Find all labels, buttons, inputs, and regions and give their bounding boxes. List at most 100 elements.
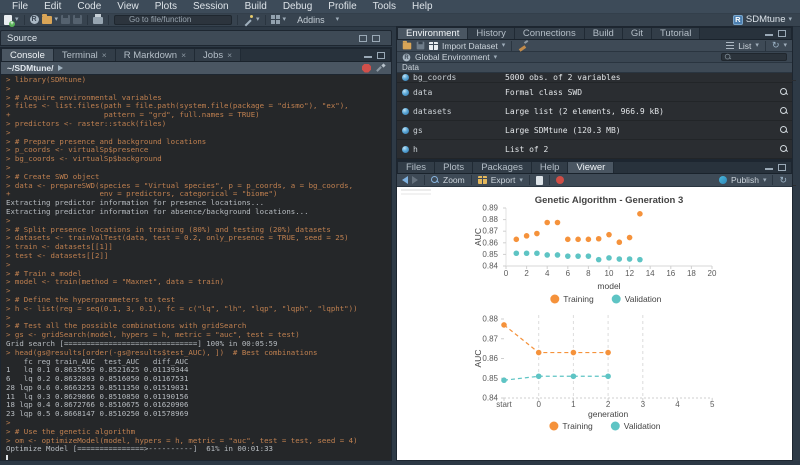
global-environment-selector[interactable]: Global Environment bbox=[415, 52, 490, 62]
close-icon[interactable]: × bbox=[102, 51, 107, 60]
menu-tools[interactable]: Tools bbox=[365, 0, 404, 14]
tab-files[interactable]: Files bbox=[398, 162, 435, 173]
menu-plots[interactable]: Plots bbox=[147, 0, 185, 14]
publish-caret-icon[interactable]: ▾ bbox=[763, 177, 767, 184]
panes-caret-icon[interactable]: ▾ bbox=[283, 16, 287, 23]
tab-history[interactable]: History bbox=[468, 28, 515, 39]
menu-debug[interactable]: Debug bbox=[275, 0, 320, 14]
env-object-gs[interactable]: gsLarge SDMtune (120.3 MB) bbox=[397, 121, 792, 140]
stop-app-icon[interactable] bbox=[556, 176, 564, 184]
tab-tutorial[interactable]: Tutorial bbox=[652, 28, 700, 39]
menu-session[interactable]: Session bbox=[185, 0, 237, 14]
list-view-button[interactable]: List bbox=[738, 41, 751, 51]
clear-console-icon[interactable] bbox=[375, 63, 385, 73]
print-button[interactable] bbox=[93, 14, 103, 25]
menu-file[interactable]: File bbox=[4, 0, 36, 14]
new-file-caret-icon[interactable]: ▾ bbox=[15, 16, 19, 23]
list-view-caret-icon[interactable]: ▾ bbox=[755, 42, 759, 49]
open-file-button[interactable] bbox=[42, 14, 52, 25]
open-file-caret-icon[interactable]: ▾ bbox=[55, 16, 59, 23]
stop-icon[interactable] bbox=[362, 64, 371, 73]
inspect-icon[interactable] bbox=[780, 88, 788, 96]
maximize-pane-icon[interactable] bbox=[377, 52, 385, 59]
goto-file-input[interactable] bbox=[114, 15, 232, 25]
minimize-pane-icon[interactable] bbox=[364, 56, 372, 58]
zoom-button[interactable]: Zoom bbox=[443, 175, 465, 185]
export-caret-icon[interactable]: ▾ bbox=[519, 177, 523, 184]
menu-edit[interactable]: Edit bbox=[36, 0, 69, 14]
wand-button[interactable] bbox=[243, 14, 253, 25]
inspect-icon[interactable] bbox=[780, 145, 788, 153]
env-object-datasets[interactable]: datasetsLarge list (2 elements, 966.9 kB… bbox=[397, 102, 792, 121]
export-button[interactable]: Export bbox=[491, 175, 516, 185]
menu-profile[interactable]: Profile bbox=[320, 0, 364, 14]
tab-plots[interactable]: Plots bbox=[435, 162, 473, 173]
env-object-action[interactable] bbox=[780, 140, 788, 158]
project-selector[interactable]: R SDMtune ▾ bbox=[733, 14, 796, 25]
env-object-action[interactable] bbox=[780, 83, 788, 101]
addins-caret-icon[interactable]: ▾ bbox=[336, 16, 340, 23]
generation-line-chart[interactable]: 0.840.850.860.870.88start012345AUCgenera… bbox=[397, 309, 792, 445]
tab-git[interactable]: Git bbox=[623, 28, 652, 39]
new-file-button[interactable]: + bbox=[4, 14, 12, 25]
refresh-caret-icon[interactable]: ▾ bbox=[783, 42, 787, 49]
import-dataset-button[interactable]: Import Dataset bbox=[442, 41, 498, 51]
tab-help[interactable]: Help bbox=[532, 162, 569, 173]
save-all-button[interactable] bbox=[73, 14, 82, 25]
menu-view[interactable]: View bbox=[109, 0, 147, 14]
toolbar-separator bbox=[237, 15, 238, 25]
env-object-bg-coords[interactable]: bg_coords5000 obs. of 2 variables bbox=[397, 73, 792, 83]
back-icon[interactable] bbox=[402, 176, 408, 184]
goto-directory-icon[interactable] bbox=[58, 65, 63, 71]
tab-build[interactable]: Build bbox=[585, 28, 623, 39]
env-object-h[interactable]: hList of 2 bbox=[397, 140, 792, 159]
maximize-pane-icon[interactable] bbox=[778, 30, 786, 37]
publish-button[interactable]: Publish bbox=[731, 175, 759, 185]
genetic-algorithm-scatter-chart[interactable]: Genetic Algorithm - Generation 30.840.85… bbox=[397, 187, 792, 309]
scope-caret-icon[interactable]: ▾ bbox=[494, 54, 498, 61]
minimize-pane-icon[interactable] bbox=[765, 34, 773, 36]
save-button[interactable] bbox=[61, 14, 70, 25]
tab-r-markdown[interactable]: R Markdown× bbox=[116, 49, 195, 61]
x-tick-label: 1 bbox=[571, 400, 576, 409]
environment-pane: EnvironmentHistoryConnectionsBuildGitTut… bbox=[396, 26, 793, 160]
env-object-data[interactable]: dataFormal class SWD bbox=[397, 83, 792, 102]
wand-caret-icon[interactable]: ▾ bbox=[256, 16, 260, 23]
tab-packages[interactable]: Packages bbox=[473, 162, 532, 173]
tab-environment[interactable]: Environment bbox=[398, 28, 468, 39]
data-point bbox=[606, 232, 612, 238]
refresh-icon[interactable]: ↻ bbox=[779, 176, 787, 185]
new-window-icon[interactable] bbox=[536, 176, 543, 185]
new-project-button[interactable]: R bbox=[30, 14, 39, 25]
menu-help[interactable]: Help bbox=[404, 0, 441, 14]
inspect-icon[interactable] bbox=[780, 107, 788, 115]
project-caret-icon: ▾ bbox=[788, 16, 792, 23]
save-workspace-button[interactable] bbox=[416, 40, 425, 51]
tab-jobs[interactable]: Jobs× bbox=[195, 49, 241, 61]
close-icon[interactable]: × bbox=[227, 51, 232, 60]
tab-console[interactable]: Console bbox=[2, 49, 54, 61]
maximize-pane-icon[interactable] bbox=[778, 164, 786, 171]
close-icon[interactable]: × bbox=[181, 51, 186, 60]
menu-code[interactable]: Code bbox=[69, 0, 109, 14]
addins-button[interactable]: Addins bbox=[289, 13, 333, 27]
env-object-action[interactable] bbox=[780, 102, 788, 120]
console-line: > bg_coords <- virtualSp$background bbox=[6, 155, 391, 164]
console-output[interactable]: > library(SDMtune)>> # Acquire environme… bbox=[1, 75, 391, 460]
restore-pane-icon[interactable] bbox=[359, 35, 367, 42]
maximize-pane-icon[interactable] bbox=[372, 35, 380, 42]
import-dataset-caret-icon[interactable]: ▾ bbox=[502, 42, 506, 49]
tab-connections[interactable]: Connections bbox=[515, 28, 585, 39]
panes-layout-button[interactable] bbox=[271, 14, 280, 25]
menu-build[interactable]: Build bbox=[237, 0, 275, 14]
environment-search-input[interactable] bbox=[734, 53, 784, 61]
tab-viewer[interactable]: Viewer bbox=[568, 162, 614, 173]
inspect-icon[interactable] bbox=[780, 126, 788, 134]
refresh-icon[interactable]: ↻ bbox=[772, 41, 780, 50]
tab-terminal[interactable]: Terminal× bbox=[54, 49, 116, 61]
clear-environment-icon[interactable] bbox=[518, 41, 528, 51]
env-object-action[interactable] bbox=[780, 121, 788, 139]
forward-icon[interactable] bbox=[412, 176, 418, 184]
minimize-pane-icon[interactable] bbox=[765, 168, 773, 170]
load-workspace-button[interactable] bbox=[402, 40, 412, 51]
